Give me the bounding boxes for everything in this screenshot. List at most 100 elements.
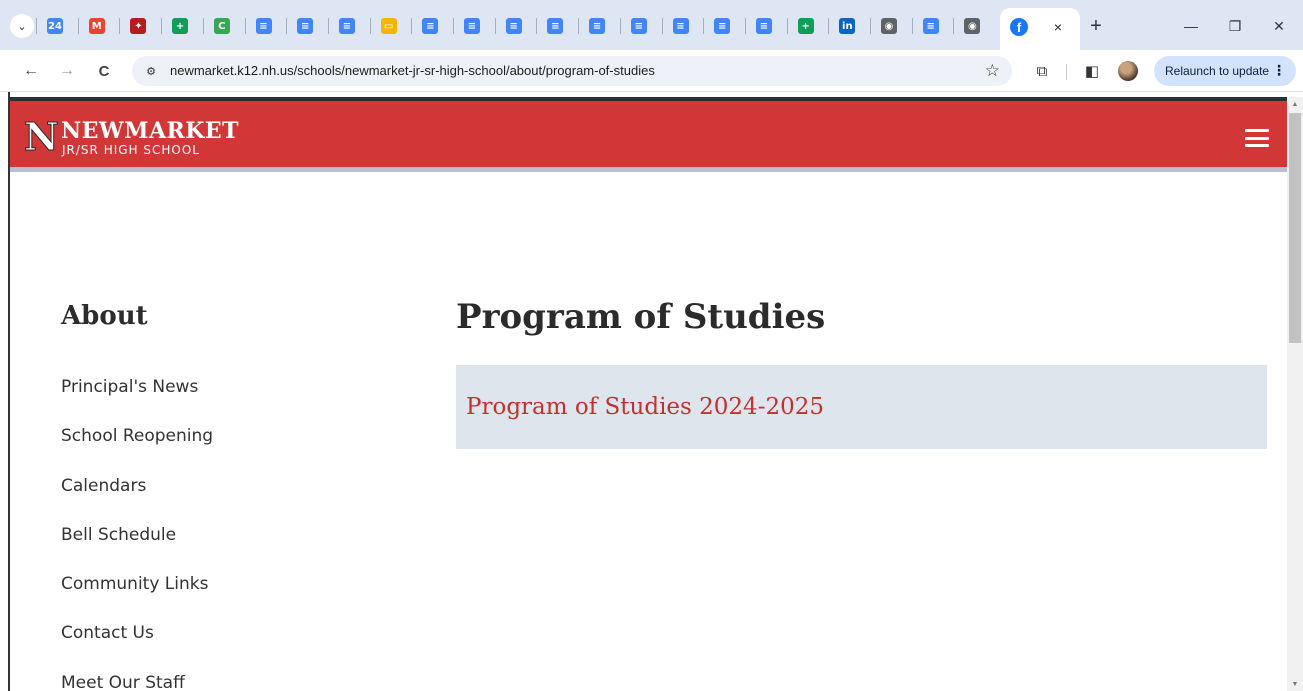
scroll-up-arrow-icon[interactable]: ▲ bbox=[1287, 97, 1303, 111]
docs-tab-10[interactable]: ≡ bbox=[668, 13, 694, 39]
docs-tab-9[interactable]: ≡ bbox=[626, 13, 652, 39]
address-bar[interactable]: ⚙ newmarket.k12.nh.us/schools/newmarket-… bbox=[132, 56, 1012, 86]
tab-separator bbox=[786, 18, 788, 34]
back-button[interactable]: ← bbox=[20, 60, 42, 82]
facebook-icon: f bbox=[1010, 18, 1028, 36]
docs-tab-6[interactable]: ≡ bbox=[501, 13, 527, 39]
docs-tab-3[interactable]: ≡ bbox=[334, 13, 360, 39]
sidebar-item-community-links[interactable]: Community Links bbox=[61, 574, 213, 623]
sheets-tab-2[interactable]: + bbox=[793, 13, 819, 39]
tab-separator bbox=[703, 18, 705, 34]
scrollbar-thumb[interactable] bbox=[1289, 113, 1301, 343]
sheets-icon: + bbox=[172, 18, 189, 34]
globe-icon: ◉ bbox=[964, 18, 981, 34]
tab-separator bbox=[828, 18, 830, 34]
globe-icon: ◉ bbox=[881, 18, 897, 34]
slides-tab[interactable]: ▭ bbox=[376, 13, 402, 39]
minimize-button[interactable]: — bbox=[1176, 14, 1206, 38]
page-scrollbar[interactable]: ▲ ▼ bbox=[1287, 97, 1303, 691]
site-settings-icon[interactable]: ⚙ bbox=[142, 62, 160, 80]
docs-tab-2[interactable]: ≡ bbox=[292, 13, 318, 39]
school-logo-mark[interactable]: N bbox=[24, 117, 60, 156]
tab-separator bbox=[286, 18, 288, 34]
docs-tab-11[interactable]: ≡ bbox=[709, 13, 735, 39]
restore-button[interactable]: ❐ bbox=[1220, 14, 1250, 38]
tab-separator bbox=[244, 18, 246, 34]
school-name[interactable]: NEWMARKET bbox=[61, 119, 239, 143]
docs-icon: ≡ bbox=[672, 18, 689, 34]
extensions-button[interactable]: ⧉ bbox=[1031, 60, 1053, 82]
docs-tab-1[interactable]: ≡ bbox=[251, 13, 277, 39]
docs-icon: ≡ bbox=[630, 18, 647, 34]
sidebar-heading: About bbox=[61, 301, 148, 331]
chevron-down-icon: ⌄ bbox=[17, 20, 27, 33]
tab-separator bbox=[369, 18, 371, 34]
sidebar-item-calendars[interactable]: Calendars bbox=[61, 476, 213, 525]
docs-icon: ≡ bbox=[338, 18, 355, 34]
browser-tab-strip: ⌄ 24 M ✦ + C ≡ ≡ ≡ ▭ ≡ ≡ ≡ ≡ ≡ ≡ ≡ ≡ ≡ + in ◉ ≡ ◉ f × + — ❐ ✕ bbox=[0, 0, 1303, 50]
hamburger-menu-icon[interactable] bbox=[1245, 129, 1269, 147]
docs-icon: ≡ bbox=[297, 18, 314, 34]
tab-separator bbox=[161, 18, 163, 34]
relaunch-label: Relaunch to update bbox=[1165, 64, 1270, 78]
sheets-tab[interactable]: + bbox=[167, 13, 193, 39]
document-card: Program of Studies 2024-2025 bbox=[456, 365, 1267, 449]
tab-search-button[interactable]: ⌄ bbox=[10, 14, 34, 38]
sidebar-item-school-reopening[interactable]: School Reopening bbox=[61, 426, 213, 475]
tab-separator bbox=[870, 18, 871, 34]
active-tab[interactable]: f × bbox=[1000, 8, 1080, 50]
docs-icon: ≡ bbox=[755, 18, 772, 34]
restore-icon: ❐ bbox=[1228, 17, 1242, 34]
tab-separator bbox=[453, 18, 454, 34]
docs-icon: ≡ bbox=[505, 18, 522, 34]
sidebar-item-bell-schedule[interactable]: Bell Schedule bbox=[61, 525, 213, 574]
side-panel-button[interactable]: ◧ bbox=[1081, 60, 1103, 82]
toolbar-divider bbox=[1066, 64, 1067, 80]
reload-icon: C bbox=[98, 62, 110, 80]
avatar[interactable] bbox=[1118, 61, 1138, 81]
linkedin-tab[interactable]: in bbox=[834, 13, 860, 39]
docs-icon: ≡ bbox=[547, 18, 564, 34]
globe-tab-2[interactable]: ◉ bbox=[959, 13, 985, 39]
sidebar-item-meet-our-staff[interactable]: Meet Our Staff bbox=[61, 673, 213, 691]
tab-separator bbox=[661, 18, 663, 34]
school-subtitle[interactable]: JR/SR HIGH SCHOOL bbox=[62, 143, 200, 157]
close-window-button[interactable]: ✕ bbox=[1264, 14, 1294, 38]
program-of-studies-link[interactable]: Program of Studies 2024-2025 bbox=[466, 394, 824, 420]
menu-dots-icon[interactable]: ⋮ bbox=[1272, 62, 1286, 79]
url-text[interactable]: newmarket.k12.nh.us/schools/newmarket-jr… bbox=[170, 63, 655, 78]
docs-tab-7[interactable]: ≡ bbox=[542, 13, 568, 39]
puzzle-icon: ⧉ bbox=[1036, 62, 1048, 80]
app-tab[interactable]: ✦ bbox=[125, 13, 151, 39]
tab-separator bbox=[202, 18, 204, 34]
tab-separator bbox=[911, 18, 913, 34]
docs-tab-5[interactable]: ≡ bbox=[459, 13, 485, 39]
docs-tab-8[interactable]: ≡ bbox=[584, 13, 610, 39]
close-icon: × bbox=[1053, 19, 1063, 35]
docs-icon: ≡ bbox=[422, 18, 439, 34]
reload-button[interactable]: C bbox=[93, 60, 115, 82]
sidebar-item-principals-news[interactable]: Principal's News bbox=[61, 377, 213, 426]
docs-tab-13[interactable]: ≡ bbox=[918, 13, 944, 39]
linkedin-icon: in bbox=[839, 18, 856, 34]
docs-icon: ≡ bbox=[464, 18, 480, 34]
relaunch-button[interactable]: Relaunch to update ⋮ bbox=[1154, 56, 1296, 86]
globe-tab-1[interactable]: ◉ bbox=[876, 13, 902, 39]
docs-tab-12[interactable]: ≡ bbox=[751, 13, 777, 39]
docs-icon: ≡ bbox=[922, 18, 939, 34]
scroll-down-arrow-icon[interactable]: ▼ bbox=[1287, 677, 1303, 691]
google-calendar-tab[interactable]: 24 bbox=[42, 13, 68, 39]
docs-tab-4[interactable]: ≡ bbox=[417, 13, 443, 39]
forward-button[interactable]: → bbox=[56, 60, 78, 82]
tab-separator bbox=[619, 18, 621, 34]
bookmark-star-icon[interactable]: ☆ bbox=[985, 61, 1000, 81]
page-title: Program of Studies bbox=[456, 297, 826, 337]
sidebar-item-contact-us[interactable]: Contact Us bbox=[61, 623, 213, 672]
close-icon: ✕ bbox=[1273, 17, 1285, 34]
new-tab-button[interactable]: + bbox=[1084, 14, 1108, 38]
gmail-tab[interactable]: M bbox=[84, 13, 110, 39]
docs-icon: ≡ bbox=[714, 18, 731, 34]
classroom-tab[interactable]: C bbox=[209, 13, 235, 39]
docs-icon: ≡ bbox=[255, 18, 272, 34]
close-tab-button[interactable]: × bbox=[1048, 17, 1068, 37]
